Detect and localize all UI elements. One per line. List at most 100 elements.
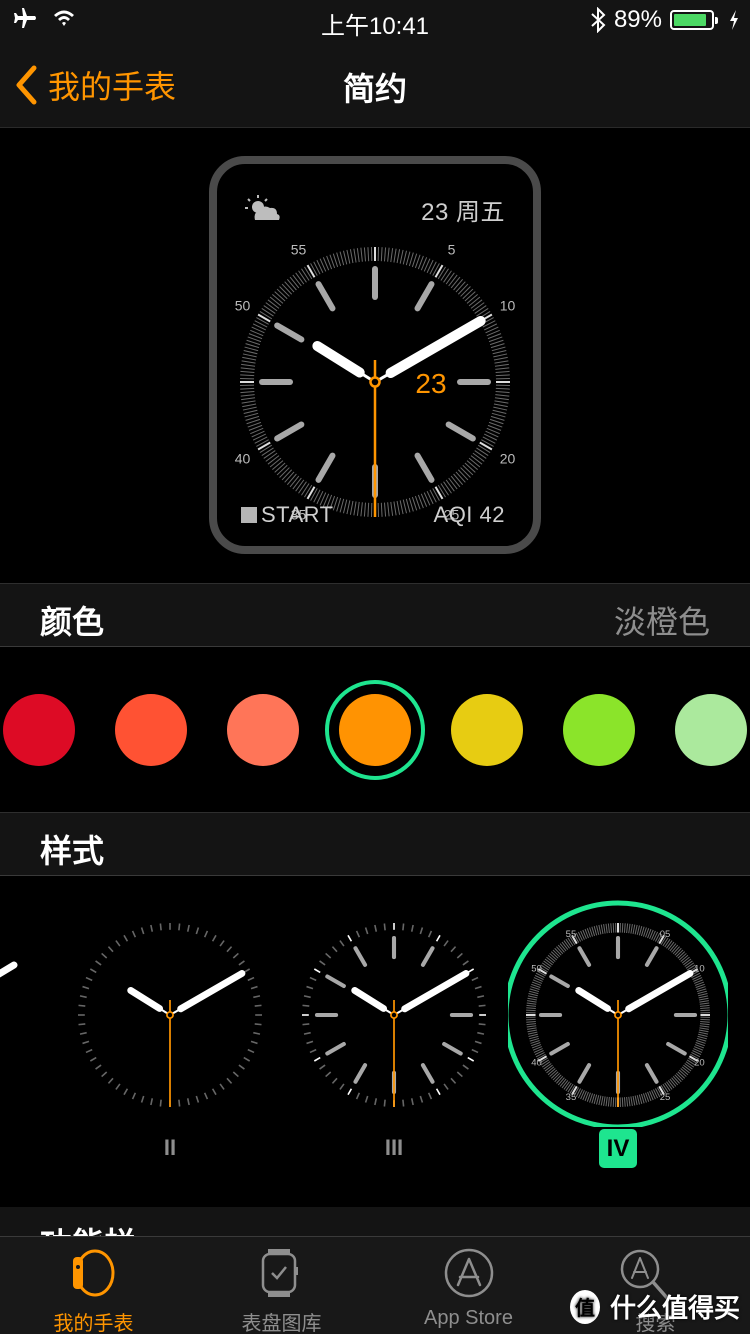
dial-tick [267, 299, 280, 309]
stopwatch-complication[interactable]: START [241, 502, 334, 528]
dial-tick [380, 502, 383, 517]
dial-tick [603, 924, 606, 934]
dial-tick [495, 374, 510, 377]
dial-tick [457, 283, 469, 295]
dial-tick [393, 248, 397, 263]
minute-tick [456, 952, 463, 959]
dial-tick [527, 997, 538, 1001]
color-swatch-orange-red[interactable] [115, 694, 187, 766]
dial-tick [396, 249, 401, 264]
tab-app-store[interactable]: App Store [375, 1237, 562, 1334]
style-option-iv[interactable]: 55 05 50 10 40 20 35 25 IV [508, 877, 728, 1207]
dial-tick [462, 288, 474, 300]
color-swatch-green[interactable] [563, 694, 635, 766]
dial-tick [598, 924, 602, 935]
minute-tick [443, 1083, 449, 1090]
minute-tick [195, 927, 200, 935]
dial-tick [472, 452, 485, 462]
dial-tick [552, 949, 561, 958]
dial-tick [402, 250, 408, 265]
dial-tick [390, 248, 394, 263]
dial-tick [630, 924, 633, 934]
color-swatch-light-green[interactable] [675, 694, 747, 766]
center-pin [369, 376, 381, 388]
dial-tick [680, 954, 689, 962]
minute-tick [101, 1071, 108, 1078]
dial-tick [667, 1080, 675, 1089]
style-option-iii[interactable]: III [284, 877, 504, 1207]
style-i-partial[interactable] [0, 947, 30, 987]
aqi-complication[interactable]: AQI 42 [434, 502, 505, 528]
minute-tick [450, 1077, 457, 1084]
minute-tick [427, 930, 433, 938]
dial-tick [680, 1068, 689, 1076]
dial-tick [383, 502, 387, 517]
dial-tick [699, 1023, 710, 1026]
dial-tick [493, 356, 508, 361]
style-option-ii[interactable]: II [60, 877, 280, 1207]
dial-tick [526, 1002, 537, 1005]
partly-cloudy-icon [245, 195, 280, 220]
dial-tick [698, 1029, 709, 1033]
tab-face-gallery[interactable]: 表盘图库 [188, 1237, 375, 1334]
color-swatch-yellow[interactable] [451, 694, 523, 766]
dial-tick [460, 286, 471, 297]
color-swatch-salmon[interactable] [227, 694, 299, 766]
dial-tick [698, 1033, 708, 1037]
dial-tick [610, 923, 613, 933]
dial-tick [493, 353, 508, 358]
tab-my-watch[interactable]: 我的手表 [0, 1237, 187, 1334]
dial-tick [276, 288, 288, 300]
dial-tick [527, 1027, 537, 1030]
dial-tick [556, 1075, 564, 1084]
dial-tick [383, 247, 387, 262]
dial-tick [468, 296, 481, 307]
dial-tick [339, 498, 345, 513]
minute-tick [374, 924, 378, 932]
minute-tick [123, 934, 129, 942]
minute-tick [313, 968, 321, 974]
minute-tick [115, 1083, 121, 1090]
dial-tick [491, 412, 506, 418]
dial-tick [241, 360, 256, 364]
minute-tick [477, 1031, 485, 1035]
dial-tick [466, 460, 478, 471]
dial-tick [632, 1095, 636, 1106]
dial-tick [387, 247, 390, 262]
minute-tick [247, 1048, 255, 1054]
date-complication[interactable]: 23 周五 [421, 192, 505, 227]
dial-tick [669, 943, 677, 952]
app-store-icon [444, 1248, 493, 1298]
minute-number: 20 [500, 451, 516, 467]
style-label-iv: IV [508, 1129, 728, 1168]
dial-tick [445, 479, 455, 492]
dial-tick [605, 923, 608, 934]
minute-number: 20 [694, 1057, 705, 1068]
color-swatch-light-orange[interactable] [325, 680, 425, 780]
dial-tick [339, 251, 345, 266]
dial-tick [495, 387, 510, 390]
hour-marker [274, 322, 305, 343]
dial-tick [336, 497, 342, 512]
dial-tick [286, 279, 297, 291]
minute-tick [347, 1088, 353, 1096]
dial-tick [493, 406, 508, 411]
dial-tick [700, 1020, 710, 1023]
dial-tick [699, 1002, 710, 1005]
color-swatch-red[interactable] [3, 694, 75, 766]
minute-tick [306, 1040, 314, 1045]
minute-number: 25 [660, 1092, 671, 1103]
minute-tick [419, 1095, 424, 1103]
dial-tick [269, 296, 282, 307]
dial-tick [626, 1096, 629, 1107]
dial-tick [434, 486, 444, 500]
minute-tick [243, 1056, 251, 1062]
hour-marker [315, 452, 336, 483]
minute-tick [347, 934, 353, 942]
dial-tick [527, 1031, 538, 1035]
dial-tick [346, 500, 351, 515]
minute-tick [150, 1098, 154, 1106]
dial-tick [242, 353, 257, 358]
dial-tick [556, 946, 564, 955]
dial-tick [636, 925, 640, 935]
